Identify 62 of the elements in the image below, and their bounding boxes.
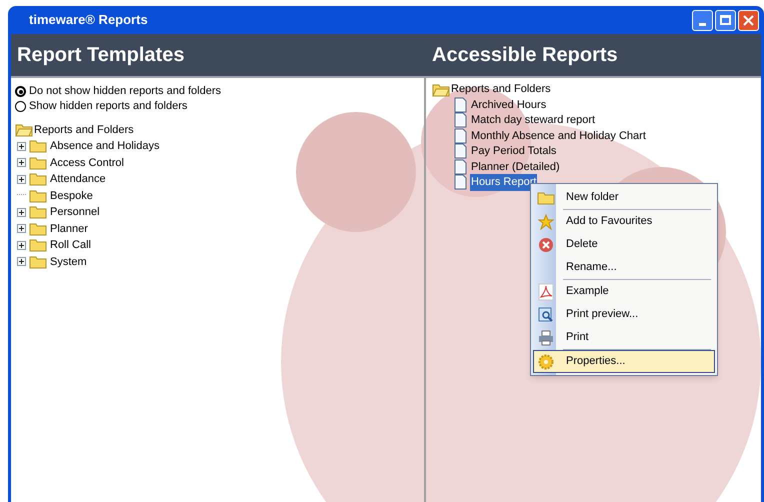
- document-icon: [454, 174, 467, 190]
- pdf-icon: [538, 282, 554, 300]
- document-icon: [454, 96, 467, 113]
- panel-heading: Accessible Reports: [431, 43, 618, 68]
- menu-item[interactable]: Rename...: [533, 256, 715, 279]
- document-icon: [454, 143, 467, 160]
- tree-item[interactable]: System: [50, 254, 87, 270]
- tree-item[interactable]: Monthly Absence and Holiday Chart: [470, 128, 647, 144]
- panel-heading: Report Templates: [16, 43, 186, 68]
- printer-icon: [538, 330, 554, 346]
- tree-item[interactable]: Roll Call: [50, 237, 91, 254]
- expand-icon[interactable]: [17, 257, 26, 266]
- tree-item[interactable]: Access Control: [50, 154, 124, 171]
- tree-item[interactable]: Attendance: [50, 171, 106, 188]
- folder-icon: [29, 222, 47, 236]
- radio-label: Show hidden reports and folders: [29, 99, 188, 114]
- radio-label: Do not show hidden reports and folders: [29, 84, 222, 100]
- gear-icon: [538, 354, 554, 370]
- expand-icon[interactable]: [17, 142, 26, 151]
- menu-item[interactable]: Properties...: [533, 350, 715, 373]
- document-icon: [454, 128, 467, 144]
- close-button[interactable]: [738, 10, 759, 30]
- tree-item[interactable]: Reports and Folders: [34, 122, 134, 138]
- folder-icon: [29, 156, 47, 170]
- menu-item[interactable]: Add to Favourites: [533, 210, 715, 233]
- minimize-button[interactable]: [692, 10, 713, 30]
- tree-item[interactable]: Planner (Detailed): [470, 158, 561, 175]
- menu-item[interactable]: Print preview...: [533, 303, 715, 326]
- star-icon: [538, 214, 554, 230]
- folder-icon: [29, 188, 47, 203]
- tree-item[interactable]: Personnel: [50, 204, 100, 220]
- folder-icon: [29, 139, 47, 154]
- menu-item[interactable]: Print: [533, 326, 715, 349]
- window-title: timeware® Reports: [29, 11, 148, 30]
- expand-icon[interactable]: [17, 208, 26, 217]
- document-icon: [454, 112, 467, 128]
- close-icon: [743, 14, 754, 26]
- delete-icon: [538, 236, 554, 252]
- folder-icon: [537, 190, 555, 204]
- menu-item[interactable]: New folder: [533, 186, 715, 209]
- folder-icon: [29, 172, 47, 186]
- tree-item[interactable]: Reports and Folders: [451, 81, 551, 98]
- menu-item[interactable]: Example: [533, 280, 715, 303]
- tree-item[interactable]: Archived Hours: [470, 96, 548, 113]
- maximize-button[interactable]: [715, 10, 736, 30]
- print-preview-icon: [538, 306, 554, 322]
- tree-item[interactable]: Match day steward report: [470, 112, 596, 128]
- radio-button[interactable]: [15, 101, 26, 112]
- expand-icon[interactable]: [17, 240, 26, 250]
- tree-item[interactable]: Planner: [50, 220, 88, 237]
- expand-icon[interactable]: [17, 158, 26, 168]
- expand-icon[interactable]: [17, 224, 26, 234]
- tree-item[interactable]: Pay Period Totals: [470, 143, 558, 160]
- folder-icon: [29, 238, 47, 252]
- tree-item[interactable]: Bespoke: [50, 188, 93, 204]
- expand-icon[interactable]: [17, 174, 26, 184]
- folder-icon: [29, 254, 47, 269]
- folder-icon: [29, 205, 47, 220]
- document-icon: [454, 158, 467, 175]
- menu-item[interactable]: Delete: [533, 233, 715, 256]
- tree-item[interactable]: Absence and Holidays: [50, 138, 160, 154]
- radio-button[interactable]: [15, 86, 26, 97]
